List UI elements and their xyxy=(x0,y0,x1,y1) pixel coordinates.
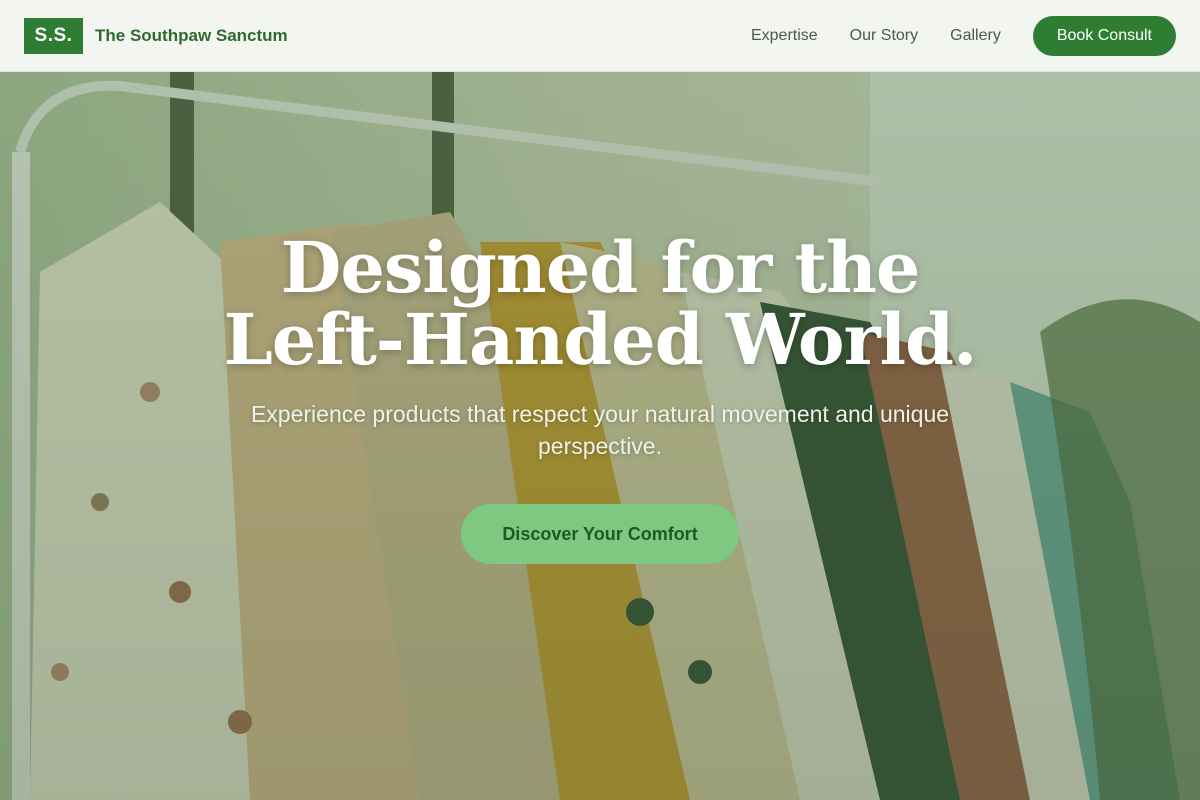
hero-title: Designed for the Left-Handed World. xyxy=(223,226,978,381)
main-nav: Expertise Our Story Gallery xyxy=(751,27,1001,45)
hero-content: Designed for the Left-Handed World. Expe… xyxy=(0,232,1200,564)
brand-name[interactable]: The Southpaw Sanctum xyxy=(95,26,288,46)
site-header: S.S. The Southpaw Sanctum Expertise Our … xyxy=(0,0,1200,72)
discover-comfort-button[interactable]: Discover Your Comfort xyxy=(461,504,739,564)
logo-badge[interactable]: S.S. xyxy=(24,17,83,54)
nav-link-our-story[interactable]: Our Story xyxy=(850,27,918,45)
hero-section: Designed for the Left-Handed World. Expe… xyxy=(0,72,1200,800)
book-consult-button[interactable]: Book Consult xyxy=(1032,15,1176,56)
hero-subtitle: Experience products that respect your na… xyxy=(250,401,950,459)
nav-link-expertise[interactable]: Expertise xyxy=(751,27,818,45)
nav-link-gallery[interactable]: Gallery xyxy=(950,27,1001,45)
